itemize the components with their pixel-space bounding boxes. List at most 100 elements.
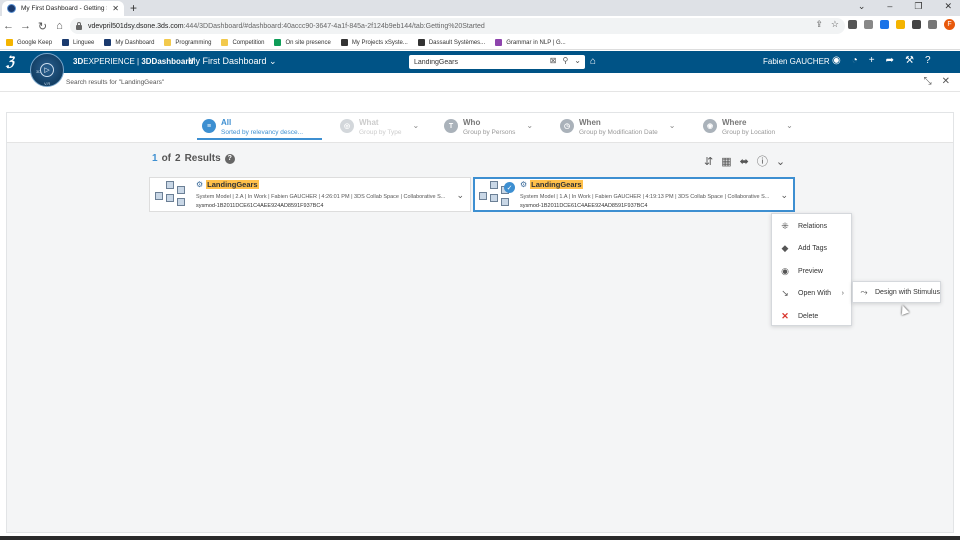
bookmark-item[interactable]: My Dashboard	[104, 39, 154, 46]
compass-3d-label: 3D	[36, 69, 42, 74]
facet-all[interactable]: ≡ All Sorted by relevancy desce...	[202, 118, 303, 142]
grid-view-icon[interactable]: ▦	[721, 155, 731, 168]
bookmark-item[interactable]: Dassault Systèmes...	[417, 39, 486, 46]
tile-title[interactable]: LandingGears	[530, 180, 583, 189]
restore-icon[interactable]: ❐	[914, 1, 922, 12]
notifications-icon[interactable]: ◔	[852, 55, 858, 66]
bookmark-item[interactable]: Competition	[221, 39, 264, 46]
system-model-thumbnail: ✓	[477, 180, 517, 210]
search-box[interactable]: ⊠ ⚲ ⌄	[409, 55, 585, 69]
dashboard-selector[interactable]: My First Dashboard ⌄	[188, 56, 277, 67]
result-tile[interactable]: ✓ ⚙ LandingGears System Model | 1.A | In Wo…	[473, 177, 795, 212]
bookmark-label: Google Keep	[17, 39, 53, 46]
extension-icon[interactable]	[848, 20, 857, 29]
chevron-down-icon[interactable]: ⌄	[413, 121, 420, 130]
close-icon[interactable]: ✕	[942, 76, 950, 87]
context-menu-item-preview[interactable]: ◉ Preview	[772, 260, 851, 282]
facet-who-icon: T	[444, 119, 458, 133]
context-menu-item-delete[interactable]: ✕ Delete	[772, 305, 851, 327]
context-menu-item-open-with[interactable]: ↘ Open With ›	[772, 283, 851, 305]
result-tile[interactable]: ⚙ LandingGears System Model | 2.A | In Wor…	[149, 177, 471, 212]
chevron-down-icon[interactable]: ⌄	[786, 121, 793, 130]
search-options-chevron-icon[interactable]: ⌄	[574, 56, 581, 65]
tag-icon[interactable]: ⌂	[590, 56, 596, 67]
facet-name: What	[359, 118, 379, 127]
facet-who[interactable]: T Who Group by Persons ⌄	[444, 118, 533, 142]
extension-icon[interactable]	[880, 20, 889, 29]
bookmark-item[interactable]: On site presence	[274, 39, 331, 46]
tab-search-icon[interactable]: ⌄	[858, 1, 866, 12]
bookmark-label: My Projects xSyste...	[351, 39, 408, 46]
tile-metadata: System Model | 2.A | In Work | Fabien GA…	[196, 194, 446, 200]
system-model-icon: ⚙	[520, 180, 528, 189]
facet-when[interactable]: ◷ When Group by Modification Date ⌄	[560, 118, 675, 142]
browser-tab[interactable]: My First Dashboard - Getting St... ✕	[2, 1, 124, 16]
clear-search-icon[interactable]: ⊠	[550, 56, 557, 65]
help-icon[interactable]: ?	[224, 153, 235, 164]
tools-icon[interactable]: ⚒	[905, 55, 914, 66]
open-with-submenu-item[interactable]: ⤳ Design with Stimulus	[852, 281, 941, 303]
close-tab-icon[interactable]: ✕	[112, 4, 119, 13]
results-count: 1 of 2 Results ?	[152, 153, 235, 164]
forward-icon[interactable]: →	[17, 20, 34, 32]
bookmark-star-icon[interactable]: ☆	[831, 19, 839, 30]
profile-icon[interactable]: ◉	[832, 55, 841, 66]
browser-tab-title: My First Dashboard - Getting St...	[21, 5, 107, 12]
chevron-down-icon[interactable]: ⌄	[776, 155, 785, 168]
info-icon[interactable]: ⓘ	[757, 153, 768, 169]
ds-logo-icon[interactable]: ℨ	[6, 54, 14, 70]
extension-icon[interactable]	[896, 20, 905, 29]
play-icon[interactable]: ▷	[40, 63, 54, 77]
chevron-down-icon[interactable]: ⌄	[526, 121, 533, 130]
help-icon[interactable]: ?	[925, 55, 931, 66]
top-bar-actions: ◉ ◔ + ➦ ⚒ ?	[832, 55, 931, 66]
address-bar[interactable]: vdevpril501dsy.dsone.3ds.com:444/3DDashb…	[70, 18, 845, 34]
collapse-icon[interactable]: ⤡	[924, 76, 932, 87]
bookmark-icon	[495, 39, 503, 46]
facet-text: What Group by Type	[359, 118, 402, 137]
expand-view-icon[interactable]: ⬌	[740, 155, 749, 168]
bookmark-item[interactable]: Grammar in NLP | G...	[495, 39, 566, 46]
compass-widget[interactable]: 3D ▷ V,R	[30, 53, 64, 87]
chevron-down-icon[interactable]: ⌄	[669, 121, 676, 130]
url-text[interactable]: vdevpril501dsy.dsone.3ds.com:444/3DDashb…	[88, 23, 485, 30]
new-tab-button[interactable]: +	[130, 1, 137, 15]
home-icon[interactable]: ⌂	[51, 20, 68, 32]
puzzle-icon[interactable]	[912, 20, 921, 29]
search-input[interactable]	[414, 58, 534, 66]
facet-where[interactable]: ◉ Where Group by Location ⌄	[703, 118, 793, 142]
context-menu-item-relations[interactable]: ⁜ Relations	[772, 215, 851, 237]
minimize-icon[interactable]: –	[887, 1, 892, 12]
context-menu-label: Preview	[798, 267, 823, 275]
relations-icon: ⁜	[781, 220, 789, 231]
side-panel-icon[interactable]	[928, 20, 937, 29]
share-icon[interactable]: ➦	[886, 55, 894, 66]
bookmark-item[interactable]: Google Keep	[6, 39, 52, 46]
bookmark-label: Dassault Systèmes...	[428, 39, 486, 46]
reload-icon[interactable]: ↻	[34, 20, 51, 33]
cube-icon	[501, 198, 509, 206]
search-icon[interactable]: ⚲	[562, 56, 568, 65]
tile-menu-chevron-icon[interactable]: ⌄	[456, 190, 464, 201]
facet-where-icon: ◉	[703, 119, 717, 133]
context-menu-item-add-tags[interactable]: ◆ Add Tags	[772, 238, 851, 260]
add-icon[interactable]: +	[869, 55, 875, 66]
bookmark-item[interactable]: Linguee	[62, 39, 94, 46]
tile-title-row: ⚙ LandingGears	[520, 180, 583, 189]
chevron-right-icon: ›	[841, 290, 844, 297]
extension-icon[interactable]	[864, 20, 873, 29]
facet-what: ◎ What Group by Type ⌄	[340, 118, 419, 142]
dashboard-favicon-icon	[7, 4, 16, 13]
bookmark-item[interactable]: My Projects xSyste...	[340, 39, 408, 46]
bookmark-item[interactable]: Programming	[164, 39, 211, 46]
close-window-icon[interactable]: ✕	[944, 1, 952, 12]
user-name[interactable]: Fabien GAUCHER	[763, 57, 830, 66]
back-icon[interactable]: ←	[0, 20, 17, 32]
lock-icon[interactable]	[76, 21, 82, 30]
bookmark-icon	[164, 39, 172, 46]
tile-title[interactable]: LandingGears	[206, 180, 259, 189]
profile-avatar[interactable]: F	[944, 19, 955, 30]
sort-icon[interactable]: ⇵	[704, 155, 713, 168]
share-icon[interactable]: ⇪	[815, 19, 823, 30]
tile-menu-chevron-icon[interactable]: ⌄	[780, 190, 788, 201]
